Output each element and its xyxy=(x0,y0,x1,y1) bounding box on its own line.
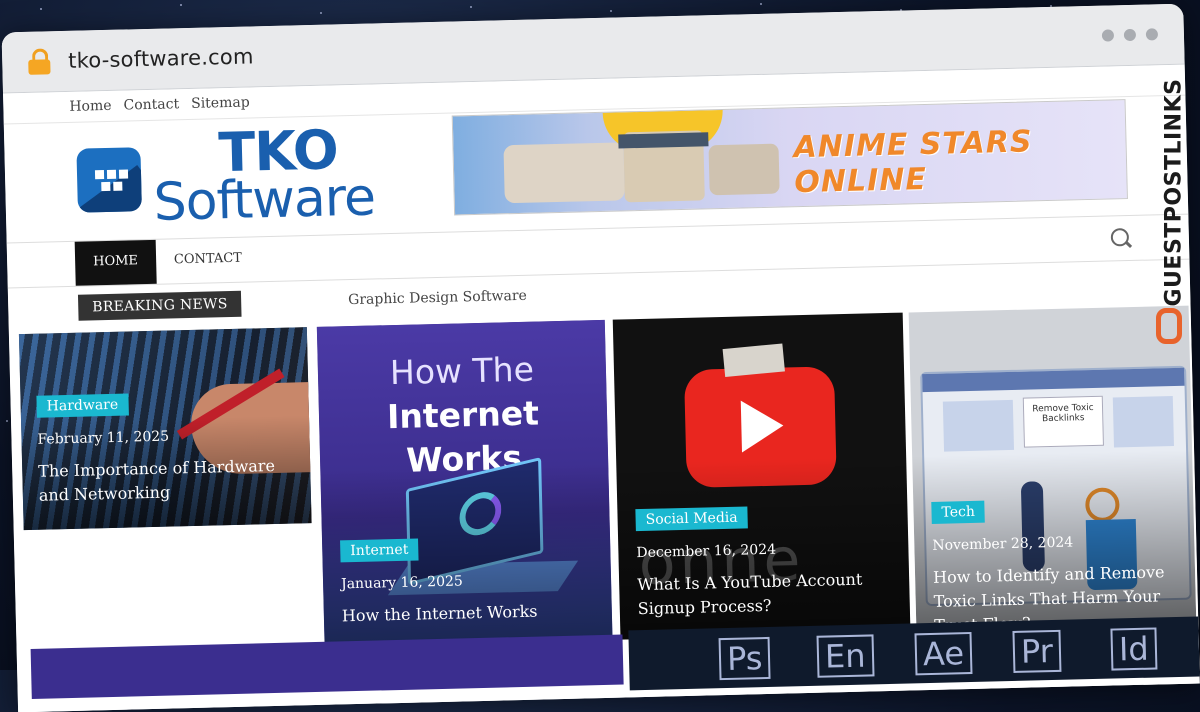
logo-text-software[interactable]: Software xyxy=(153,167,376,232)
card-social-media[interactable]: onne Social Media December 16, 2024 What… xyxy=(612,312,911,640)
card-title[interactable]: What Is A YouTube Account Signup Process… xyxy=(637,567,888,621)
featured-cards: Hardware February 11, 2025 The Importanc… xyxy=(9,300,1199,659)
breaking-news-headline[interactable]: Graphic Design Software xyxy=(348,288,527,308)
card-date: January 16, 2025 xyxy=(340,573,464,593)
browser-window: tko-software.com Home Contact Sitemap TK… xyxy=(1,3,1200,712)
card-image-headline: How The Internet Works xyxy=(386,349,540,480)
card-internet[interactable]: How The Internet Works Internet January … xyxy=(316,319,613,647)
card-date: November 28, 2024 xyxy=(932,534,1074,554)
card-title[interactable]: The Importance of Hardware and Networkin… xyxy=(38,454,289,508)
ad-banner[interactable]: ANIME STARS ONLINE xyxy=(451,99,1128,216)
card-date: December 16, 2024 xyxy=(636,541,777,562)
photoshop-icon: Ps xyxy=(718,636,771,681)
top-nav-sitemap[interactable]: Sitemap xyxy=(191,94,250,111)
premiere-icon: Pr xyxy=(1012,629,1062,673)
guestpostlinks-watermark: GUESTPOSTLINKS xyxy=(1152,60,1192,360)
window-menu-dots[interactable] xyxy=(1101,28,1159,42)
logo-icon[interactable] xyxy=(76,147,142,213)
category-badge[interactable]: Internet xyxy=(340,538,419,563)
category-badge[interactable]: Tech xyxy=(931,500,986,524)
after-effects-icon: Ae xyxy=(914,632,973,676)
en-icon: En xyxy=(816,634,875,678)
category-badge[interactable]: Social Media xyxy=(635,506,748,532)
card-date: February 11, 2025 xyxy=(37,428,170,448)
next-row-card-right[interactable]: Ps En Ae Pr Id xyxy=(628,616,1200,691)
lock-icon xyxy=(28,48,51,75)
indesign-icon: Id xyxy=(1110,627,1158,671)
category-badge[interactable]: Hardware xyxy=(36,393,129,418)
breaking-news-label: BREAKING NEWS xyxy=(77,290,242,321)
nav-contact[interactable]: CONTACT xyxy=(155,237,260,284)
search-icon[interactable] xyxy=(1110,228,1130,247)
card-hardware[interactable]: Hardware February 11, 2025 The Importanc… xyxy=(18,327,312,531)
top-nav-contact[interactable]: Contact xyxy=(123,96,179,113)
top-nav-home[interactable]: Home xyxy=(69,98,112,115)
url-text[interactable]: tko-software.com xyxy=(68,44,254,73)
banner-text: ANIME STARS ONLINE xyxy=(793,124,1033,201)
nav-home[interactable]: HOME xyxy=(74,239,157,286)
page-content: Home Contact Sitemap TKO Software ANIME … xyxy=(3,64,1200,712)
chain-link-icon xyxy=(1156,308,1182,344)
